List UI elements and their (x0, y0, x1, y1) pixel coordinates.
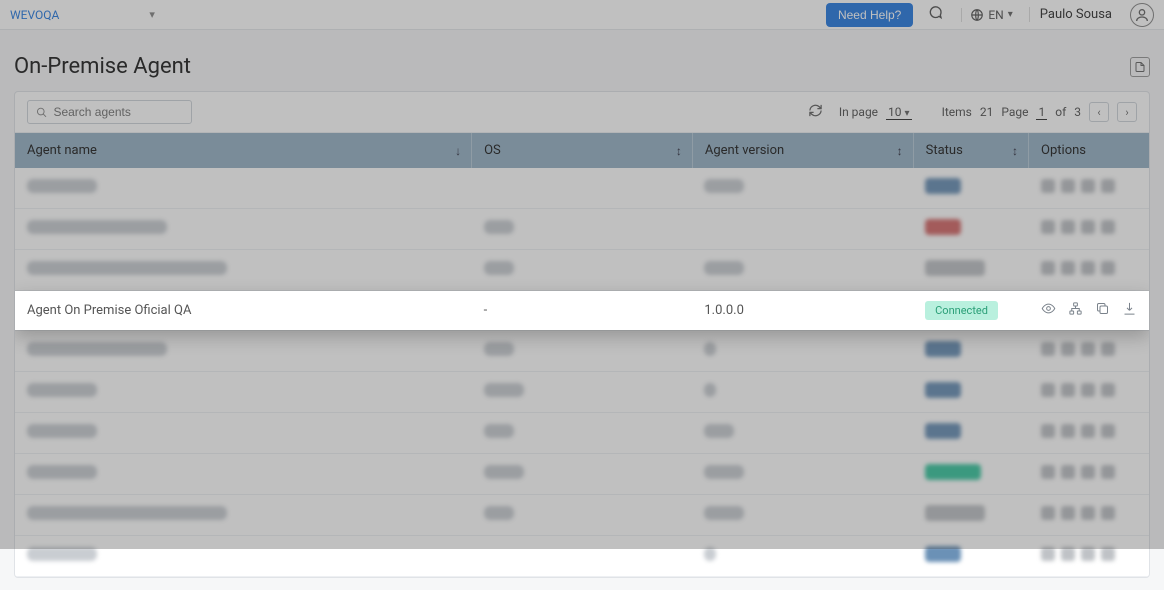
page-prev-button[interactable]: ‹ (1089, 102, 1109, 122)
language-selector[interactable]: EN ▾ (961, 8, 1020, 22)
chevron-down-icon: ▾ (149, 8, 155, 21)
page-total: 3 (1074, 105, 1081, 119)
chat-icon[interactable] (921, 5, 949, 25)
items-count: 21 (980, 105, 994, 119)
clone-icon[interactable] (1095, 301, 1110, 320)
pager: In page 10 ▾ Items 21 Page 1 of 3 ‹ › (839, 102, 1137, 122)
avatar[interactable] (1130, 3, 1154, 27)
globe-icon (970, 8, 984, 22)
network-icon[interactable] (1068, 301, 1083, 320)
page-label: Page (1001, 105, 1028, 119)
col-header-os[interactable]: OS↕ (472, 133, 693, 168)
user-name[interactable]: Paulo Sousa (1029, 7, 1122, 22)
sort-icon: ↕ (676, 144, 682, 158)
col-header-status[interactable]: Status↕ (913, 133, 1028, 168)
cell-version: 1.0.0.0 (692, 291, 913, 331)
search-input[interactable] (53, 105, 183, 119)
table-row[interactable] (15, 495, 1149, 536)
sort-icon: ↕ (1012, 144, 1018, 158)
need-help-button[interactable]: Need Help? (826, 3, 913, 27)
of-label: of (1055, 105, 1066, 119)
col-header-version[interactable]: Agent version↕ (692, 133, 913, 168)
in-page-label: In page (839, 105, 878, 119)
sort-icon: ↓ (455, 144, 461, 158)
table-row[interactable] (15, 250, 1149, 291)
cell-agent-name: Agent On Premise Oficial QA (15, 291, 472, 331)
download-icon[interactable] (1122, 301, 1137, 320)
chevron-down-icon: ▾ (1008, 9, 1013, 20)
cell-os: - (472, 291, 693, 331)
table-row[interactable] (15, 168, 1149, 209)
col-header-name[interactable]: Agent name↓ (15, 133, 472, 168)
page-current[interactable]: 1 (1036, 105, 1047, 120)
col-header-options: Options (1029, 133, 1149, 168)
table-row[interactable] (15, 372, 1149, 413)
table-row[interactable] (15, 454, 1149, 495)
tenant-name: WEVOQA (10, 8, 59, 22)
sort-icon: ↕ (897, 144, 903, 158)
language-label: EN (988, 8, 1003, 22)
table-row[interactable] (15, 331, 1149, 372)
search-input-wrap[interactable] (27, 100, 192, 124)
table-row[interactable] (15, 536, 1149, 577)
agents-panel: In page 10 ▾ Items 21 Page 1 of 3 ‹ › Ag… (14, 91, 1150, 578)
panel-toolbar: In page 10 ▾ Items 21 Page 1 of 3 ‹ › (15, 92, 1149, 133)
refresh-icon[interactable] (802, 103, 829, 122)
view-icon[interactable] (1041, 301, 1056, 320)
per-page-select[interactable]: 10 ▾ (886, 105, 912, 120)
table-row[interactable] (15, 209, 1149, 250)
tenant-selector[interactable]: WEVOQA ▾ (10, 8, 155, 22)
page-next-button[interactable]: › (1117, 102, 1137, 122)
items-label: Items (942, 105, 972, 119)
page-title: On-Premise Agent (14, 54, 191, 79)
search-icon (36, 106, 47, 119)
row-actions (1041, 301, 1137, 320)
chevron-down-icon: ▾ (905, 108, 910, 119)
export-icon[interactable] (1130, 57, 1150, 77)
agents-table: Agent name↓ OS↕ Agent version↕ Status↕ O… (15, 133, 1149, 577)
status-badge: Connected (925, 301, 998, 320)
table-row[interactable] (15, 413, 1149, 454)
topbar: WEVOQA ▾ Need Help? EN ▾ Paulo Sousa (0, 0, 1164, 30)
table-row-highlighted[interactable]: Agent On Premise Oficial QA - 1.0.0.0 Co… (15, 291, 1149, 331)
